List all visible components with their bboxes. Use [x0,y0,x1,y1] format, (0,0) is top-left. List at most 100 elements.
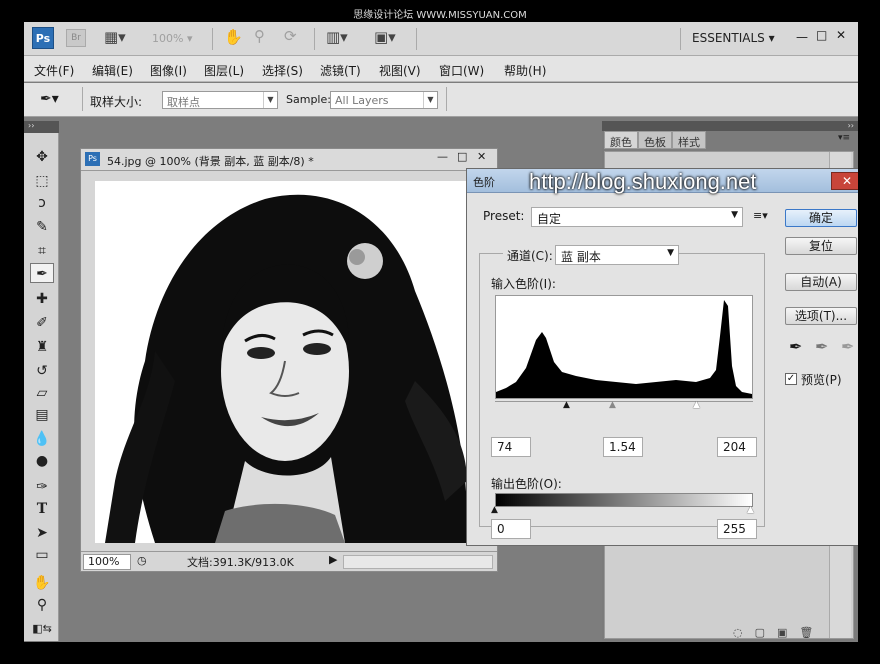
arrange-documents-icon[interactable]: ▥▾ [326,28,348,46]
ok-button[interactable]: 确定 [785,209,857,227]
close-button[interactable]: ✕ [836,28,846,42]
eyedropper-tool-preset-icon[interactable]: ✒▾ [40,91,59,107]
healing-brush-tool-icon[interactable]: ✚ [30,289,54,309]
levels-title: 色阶 [473,176,495,189]
move-tool-icon[interactable]: ✥ [30,147,54,167]
clone-stamp-tool-icon[interactable]: ♜ [30,337,54,357]
status-info-icon[interactable]: ◷ [137,554,147,567]
doc-close-button[interactable]: ✕ [477,150,486,163]
channel-select[interactable]: 蓝 副本 ▼ [555,245,679,265]
document-title: 54.jpg @ 100% (背景 副本, 蓝 副本/8) * [107,155,314,168]
document-window: Ps 54.jpg @ 100% (背景 副本, 蓝 副本/8) * — □ ✕ [80,148,498,572]
input-black-field[interactable]: 74 [491,437,531,457]
workspace-switcher[interactable]: ESSENTIALS ▾ [692,31,775,45]
layers-footer-icons[interactable]: ◌▢▣🗑 [733,626,825,639]
output-black-field[interactable]: 0 [491,519,531,539]
tab-color[interactable]: 颜色 [604,131,638,149]
zoom-level-dropdown[interactable]: 100% ▾ [152,32,192,45]
gradient-tool-icon[interactable]: ▤ [30,405,54,425]
lasso-tool-icon[interactable]: ↄ [30,193,54,213]
rotate-view-icon[interactable]: ⟳ [284,27,297,45]
menu-filter[interactable]: 滤镜(T) [320,62,361,79]
output-black-slider[interactable]: ▲ [491,505,498,515]
menu-image[interactable]: 图像(I) [150,62,187,79]
dodge-tool-icon[interactable]: ● [30,451,54,471]
sample-layers-select[interactable]: All Layers ▼ [330,91,438,109]
pen-tool-icon[interactable]: ✑ [30,477,54,497]
zoom-tool-icon[interactable]: ⚲ [254,27,265,45]
preset-select[interactable]: 自定 ▼ [531,207,743,227]
bridge-button[interactable]: Br [66,29,86,47]
brush-tool-icon[interactable]: ✐ [30,313,54,333]
document-status-bar: 100% ◷ 文档:391.3K/913.0K ▶ [81,551,497,571]
input-white-slider[interactable]: ▲ [693,400,700,410]
menu-view[interactable]: 视图(V) [379,62,421,79]
levels-close-button[interactable]: ✕ [831,172,858,190]
workspace-label: ESSENTIALS [692,31,765,45]
tab-swatches[interactable]: 色板 [638,131,672,149]
input-black-slider[interactable]: ▲ [563,400,570,410]
crop-tool-icon[interactable]: ⌗ [30,241,54,261]
menu-select[interactable]: 选择(S) [262,62,303,79]
menu-bar: 文件(F) 编辑(E) 图像(I) 图层(L) 选择(S) 滤镜(T) 视图(V… [24,56,858,82]
output-white-slider[interactable]: ▲ [747,505,754,515]
shape-tool-icon[interactable]: ▭ [30,545,54,565]
screen-mode-icon[interactable]: ▣▾ [374,28,396,46]
input-gamma-slider[interactable]: ▲ [609,400,616,410]
menu-edit[interactable]: 编辑(E) [92,62,133,79]
zoom-tool-icon[interactable]: ⚲ [30,595,54,615]
maximize-button[interactable]: □ [816,28,827,42]
black-point-eyedropper-icon[interactable]: ✒ [789,337,802,356]
chevron-down-icon: ▼ [667,248,674,258]
preview-checkbox[interactable]: ✓ [785,373,797,385]
panel-menu-icon[interactable]: ▾≡ [838,133,850,143]
collapse-toolbox-icon[interactable]: ›› [24,121,59,133]
sample-size-select[interactable]: 取样点 ▼ [162,91,278,109]
menu-file[interactable]: 文件(F) [34,62,74,79]
document-title-bar[interactable]: Ps 54.jpg @ 100% (背景 副本, 蓝 副本/8) * — □ ✕ [81,149,497,171]
doc-maximize-button[interactable]: □ [457,150,467,163]
tools-panel: ›› ✥ ⬚ ↄ ✎ ⌗ ✒ ✚ ✐ ♜ ↺ ▱ ▤ 💧 ● ✑ T ➤ ▭ ✋… [24,121,59,641]
horizontal-scrollbar[interactable] [343,555,493,569]
gray-point-eyedropper-icon[interactable]: ✒ [815,337,828,356]
options-button[interactable]: 选项(T)... [785,307,857,325]
tab-styles[interactable]: 样式 [672,131,706,149]
input-gamma-field[interactable]: 1.54 [603,437,643,457]
input-white-field[interactable]: 204 [717,437,757,457]
quick-select-tool-icon[interactable]: ✎ [30,217,54,237]
menu-layer[interactable]: 图层(L) [204,62,244,79]
path-selection-tool-icon[interactable]: ➤ [30,523,54,543]
watermark-text: 思缘设计论坛 WWW.MISSYUAN.COM [353,10,527,21]
collapse-panels-icon[interactable]: ›› [602,121,858,131]
status-menu-arrow-icon[interactable]: ▶ [329,553,337,566]
reset-button[interactable]: 复位 [785,237,857,255]
levels-title-bar[interactable]: 色阶 http://blog.shuxiong.net ✕ [467,169,858,194]
minimize-button[interactable]: — [796,30,808,44]
doc-minimize-button[interactable]: — [437,150,448,163]
histogram [495,295,753,399]
menu-help[interactable]: 帮助(H) [504,62,546,79]
menu-window[interactable]: 窗口(W) [439,62,484,79]
histogram-graph [496,300,752,398]
history-brush-tool-icon[interactable]: ↺ [30,361,54,381]
color-swatches-icon[interactable]: ◧⇆ [30,619,54,639]
type-tool-icon[interactable]: T [30,499,54,519]
output-levels-label: 输出色阶(O): [491,477,562,491]
eraser-tool-icon[interactable]: ▱ [30,383,54,403]
hand-tool-icon[interactable]: ✋ [224,28,243,46]
output-white-field[interactable]: 255 [717,519,757,539]
zoom-field[interactable]: 100% [83,554,131,570]
ps-document-icon: Ps [85,152,100,166]
input-slider-track[interactable]: ▲ ▲ ▲ [495,400,753,411]
preset-options-icon[interactable]: ≡▾ [753,209,768,222]
white-point-eyedropper-icon[interactable]: ✒ [841,337,854,356]
photoshop-window: Ps Br ▦▾ 100% ▾ ✋ ⚲ ⟳ ▥▾ ▣▾ ESSENTIALS ▾… [24,22,858,642]
view-extras-icon[interactable]: ▦▾ [104,28,126,46]
marquee-tool-icon[interactable]: ⬚ [30,171,54,191]
eyedropper-tool-icon[interactable]: ✒ [30,263,54,283]
auto-button[interactable]: 自动(A) [785,273,857,291]
image-canvas[interactable] [95,181,467,543]
preset-label: Preset: [483,209,525,223]
hand-tool-icon[interactable]: ✋ [30,573,54,593]
blur-tool-icon[interactable]: 💧 [30,429,54,449]
